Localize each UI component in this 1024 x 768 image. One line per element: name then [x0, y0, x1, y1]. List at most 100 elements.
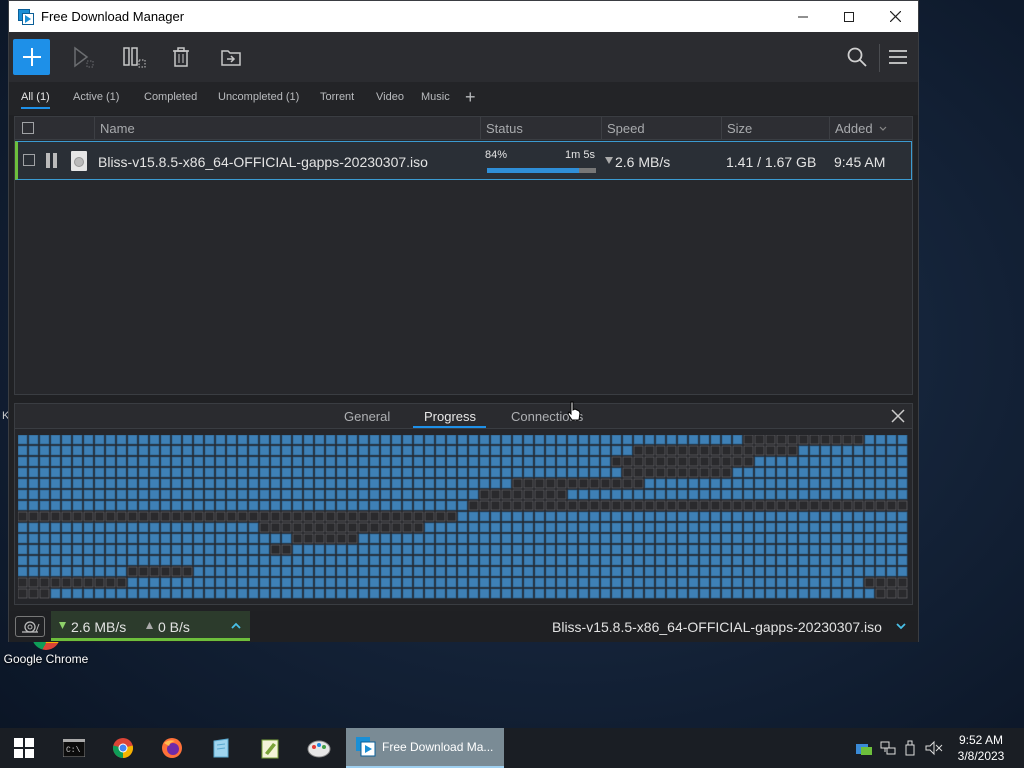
select-all-checkbox[interactable]: [22, 122, 34, 134]
piece-cell: [94, 489, 105, 500]
column-name[interactable]: Name: [100, 121, 135, 136]
table-row[interactable]: Bliss-v15.8.5-x86_64-OFFICIAL-gapps-2023…: [15, 141, 912, 180]
tab-general[interactable]: General: [344, 409, 390, 424]
pause-all-button[interactable]: [122, 45, 146, 69]
piece-cell: [699, 533, 710, 544]
tab-active[interactable]: Active (1): [73, 91, 119, 107]
piece-cell: [336, 456, 347, 467]
chrome-icon: [112, 738, 134, 758]
piece-cell: [116, 511, 127, 522]
row-checkbox[interactable]: [23, 154, 35, 166]
maximize-button[interactable]: [826, 1, 872, 32]
column-speed[interactable]: Speed: [607, 121, 645, 136]
piece-cell: [259, 511, 270, 522]
piece-cell: [490, 511, 501, 522]
piece-cell: [842, 555, 853, 566]
taskbar-chrome[interactable]: [99, 728, 147, 768]
start-button[interactable]: [0, 728, 48, 768]
tab-uncompleted[interactable]: Uncompleted (1): [218, 91, 299, 107]
column-size[interactable]: Size: [727, 121, 752, 136]
taskbar-notepad[interactable]: [197, 728, 245, 768]
piece-cell: [149, 511, 160, 522]
piece-cell: [204, 566, 215, 577]
piece-cell: [369, 577, 380, 588]
taskbar-paint[interactable]: [295, 728, 343, 768]
store-icon[interactable]: [855, 740, 873, 756]
row-pause-button[interactable]: [46, 153, 58, 168]
close-window-button[interactable]: [872, 1, 918, 32]
piece-cell: [292, 445, 303, 456]
piece-cell: [611, 566, 622, 577]
piece-cell: [875, 555, 886, 566]
piece-cell: [754, 566, 765, 577]
piece-cell: [204, 555, 215, 566]
main-menu-button[interactable]: [886, 45, 910, 69]
piece-cell: [688, 566, 699, 577]
tab-torrent[interactable]: Torrent: [320, 91, 354, 107]
system-clock[interactable]: 9:52 AM 3/8/2023: [948, 732, 1014, 764]
add-filter-button[interactable]: +: [465, 87, 476, 108]
piece-cell: [28, 588, 39, 599]
piece-cell: [853, 555, 864, 566]
piece-cell: [512, 588, 523, 599]
close-detail-icon[interactable]: [891, 409, 905, 423]
piece-cell: [226, 478, 237, 489]
piece-cell: [611, 511, 622, 522]
piece-cell: [666, 467, 677, 478]
piece-cell: [391, 445, 402, 456]
piece-cell: [358, 489, 369, 500]
network-icon[interactable]: [879, 740, 897, 756]
piece-cell: [413, 467, 424, 478]
piece-cell: [160, 489, 171, 500]
piece-cell: [523, 588, 534, 599]
piece-cell: [699, 577, 710, 588]
chevron-down-icon[interactable]: [896, 623, 906, 630]
piece-cell: [325, 489, 336, 500]
piece-cell: [710, 478, 721, 489]
title-bar[interactable]: Free Download Manager: [9, 1, 918, 32]
piece-cell: [358, 456, 369, 467]
speed-limit-button[interactable]: [15, 616, 45, 637]
usb-device-icon[interactable]: [903, 740, 917, 756]
move-to-folder-button[interactable]: [219, 45, 243, 69]
start-button[interactable]: [71, 45, 95, 69]
piece-cell: [226, 577, 237, 588]
taskbar-fdm-active[interactable]: Free Download Ma...: [346, 728, 504, 768]
piece-cell: [314, 478, 325, 489]
tab-progress[interactable]: Progress: [424, 409, 476, 424]
piece-cell: [358, 500, 369, 511]
piece-cell: [303, 577, 314, 588]
minimize-button[interactable]: [780, 1, 826, 32]
piece-cell: [39, 588, 50, 599]
piece-cell: [39, 566, 50, 577]
tab-all[interactable]: All (1): [21, 91, 50, 109]
piece-cell: [490, 544, 501, 555]
piece-cell: [754, 533, 765, 544]
piece-cell: [138, 467, 149, 478]
add-download-button[interactable]: [13, 39, 50, 75]
taskbar-notepadpp[interactable]: [246, 728, 294, 768]
piece-cell: [534, 533, 545, 544]
tab-video[interactable]: Video: [376, 91, 404, 107]
piece-cell: [787, 511, 798, 522]
piece-cell: [710, 544, 721, 555]
piece-cell: [732, 533, 743, 544]
column-status[interactable]: Status: [486, 121, 523, 136]
piece-cell: [204, 511, 215, 522]
column-added[interactable]: Added: [835, 121, 873, 136]
tab-completed[interactable]: Completed: [144, 91, 197, 107]
piece-cell: [677, 577, 688, 588]
taskbar-firefox[interactable]: [148, 728, 196, 768]
piece-cell: [259, 478, 270, 489]
volume-muted-icon[interactable]: [925, 740, 943, 756]
piece-cell: [622, 500, 633, 511]
piece-cell: [391, 500, 402, 511]
piece-cell: [501, 533, 512, 544]
search-button[interactable]: [845, 45, 869, 69]
piece-cell: [248, 511, 259, 522]
tab-music[interactable]: Music: [421, 91, 450, 107]
delete-button[interactable]: [169, 45, 193, 69]
speed-summary[interactable]: 2.6 MB/s 0 B/s: [51, 611, 250, 641]
taskbar-terminal[interactable]: C:\: [50, 728, 98, 768]
piece-cell: [699, 522, 710, 533]
